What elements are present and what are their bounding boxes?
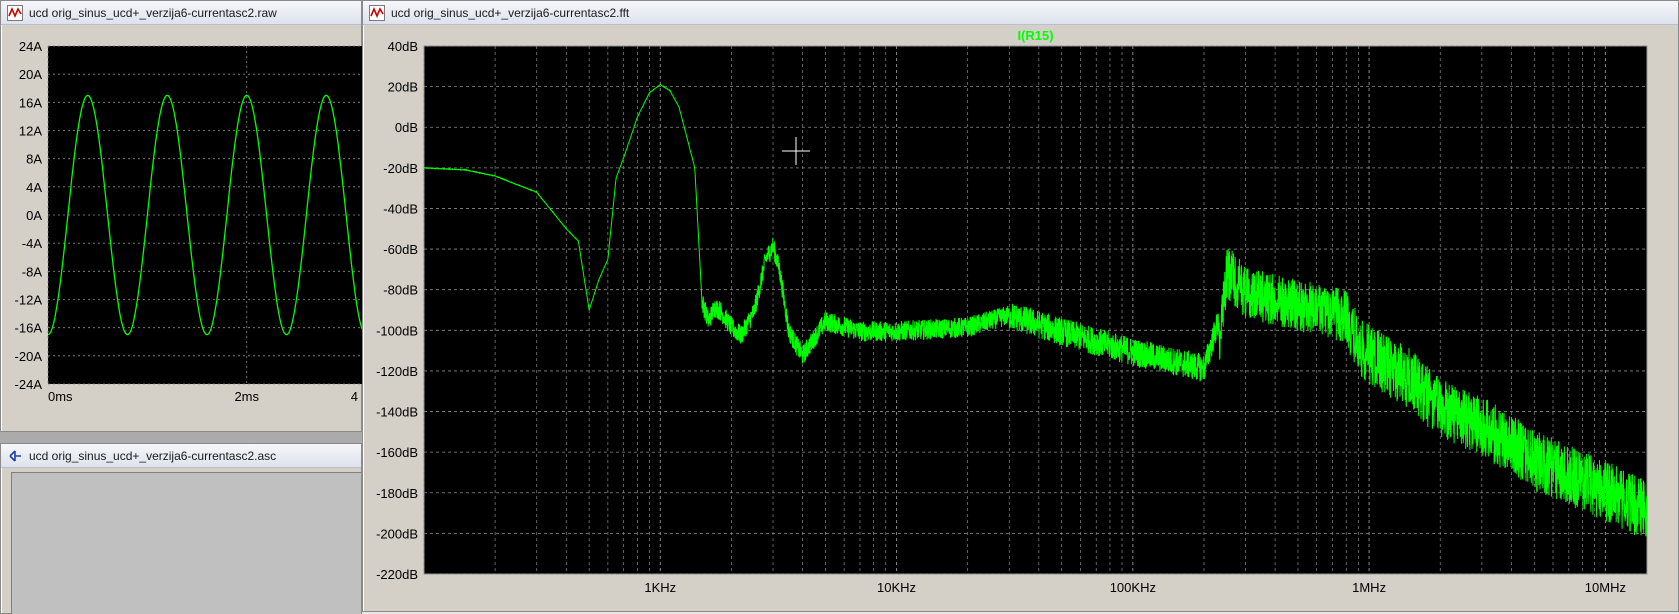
fft-plot-area[interactable]: 40dB 20dB 0dB -20dB -40dB -60dB -80dB -100dB -12… (364, 26, 1678, 612)
raw-y-tick-label: -8A (22, 264, 43, 279)
raw-y-tick-label: -20A (15, 349, 43, 364)
raw-y-tick-label: 12A (19, 124, 42, 139)
raw-x-tick-label: 0ms (48, 389, 73, 404)
raw-y-tick-label: 8A (26, 152, 42, 167)
raw-x-tick-label: 2ms (234, 389, 259, 404)
waveform-icon (369, 4, 385, 21)
fft-y-tick-label: -120dB (376, 364, 418, 379)
fft-y-tick-label: -140dB (376, 405, 418, 420)
raw-x-tick-label: 4 (351, 389, 358, 404)
raw-y-tick-label: -24A (15, 377, 43, 392)
fft-y-tick-label: -80dB (383, 283, 418, 298)
fft-x-tick-label: 1MHz (1352, 580, 1386, 595)
fft-y-tick-label: -20dB (383, 161, 418, 176)
fft-x-tick-label: 10KHz (877, 580, 916, 595)
fft-plot-background[interactable] (424, 46, 1647, 574)
fft-y-tick-label: -40dB (383, 201, 418, 216)
fft-y-tick-label: -200dB (376, 526, 418, 541)
raw-y-tick-label: 4A (26, 180, 42, 195)
schematic-canvas[interactable] (11, 472, 361, 614)
raw-y-tick-label: 16A (19, 95, 42, 110)
raw-y-tick-label: -12A (15, 293, 43, 308)
fft-window-title: ucd orig_sinus_ucd+_verzija6-currentasc2… (391, 5, 630, 20)
raw-y-tick-label: 20A (19, 67, 42, 82)
raw-window-titlebar[interactable]: ucd orig_sinus_ucd+_verzija6-currentasc2… (1, 1, 361, 25)
fft-y-tick-label: 40dB (388, 39, 418, 54)
fft-y-tick-label: -60dB (383, 242, 418, 257)
fft-x-tick-label: 10MHz (1585, 580, 1626, 595)
fft-y-tick-label: -220dB (376, 567, 418, 582)
fft-y-tick-label: -100dB (376, 323, 418, 338)
raw-waveform-window[interactable]: ucd orig_sinus_ucd+_verzija6-currentasc2… (0, 0, 362, 432)
fft-y-tick-label: 20dB (388, 80, 418, 95)
waveform-icon (7, 4, 23, 21)
fft-trace-label[interactable]: I(R15) (1017, 28, 1053, 43)
schematic-icon (9, 449, 21, 462)
fft-x-tick-label: 100KHz (1110, 580, 1156, 595)
raw-window-title: ucd orig_sinus_ucd+_verzija6-currentasc2… (29, 5, 277, 20)
fft-y-tick-label: 0dB (395, 120, 418, 135)
schematic-window-title: ucd orig_sinus_ucd+_verzija6-currentasc2… (29, 448, 277, 463)
fft-window[interactable]: ucd orig_sinus_ucd+_verzija6-currentasc2… (362, 0, 1679, 612)
raw-y-tick-label: 0A (26, 208, 42, 223)
raw-y-tick-label: 24A (19, 39, 42, 54)
raw-plot-area[interactable]: 24A 20A 16A 12A 8A 4A 0A -4A -8A -12A -16A -20A -24A… (2, 26, 362, 431)
fft-y-tick-label: -160dB (376, 445, 418, 460)
fft-x-tick-label: 1KHz (644, 580, 676, 595)
fft-y-tick-label: -180dB (376, 486, 418, 501)
fft-window-titlebar[interactable]: ucd orig_sinus_ucd+_verzija6-currentasc2… (363, 1, 1678, 25)
raw-y-tick-label: -16A (15, 321, 43, 336)
schematic-window[interactable]: ucd orig_sinus_ucd+_verzija6-currentasc2… (0, 443, 362, 614)
raw-y-tick-label: -4A (22, 236, 43, 251)
schematic-window-titlebar[interactable]: ucd orig_sinus_ucd+_verzija6-currentasc2… (1, 444, 361, 468)
